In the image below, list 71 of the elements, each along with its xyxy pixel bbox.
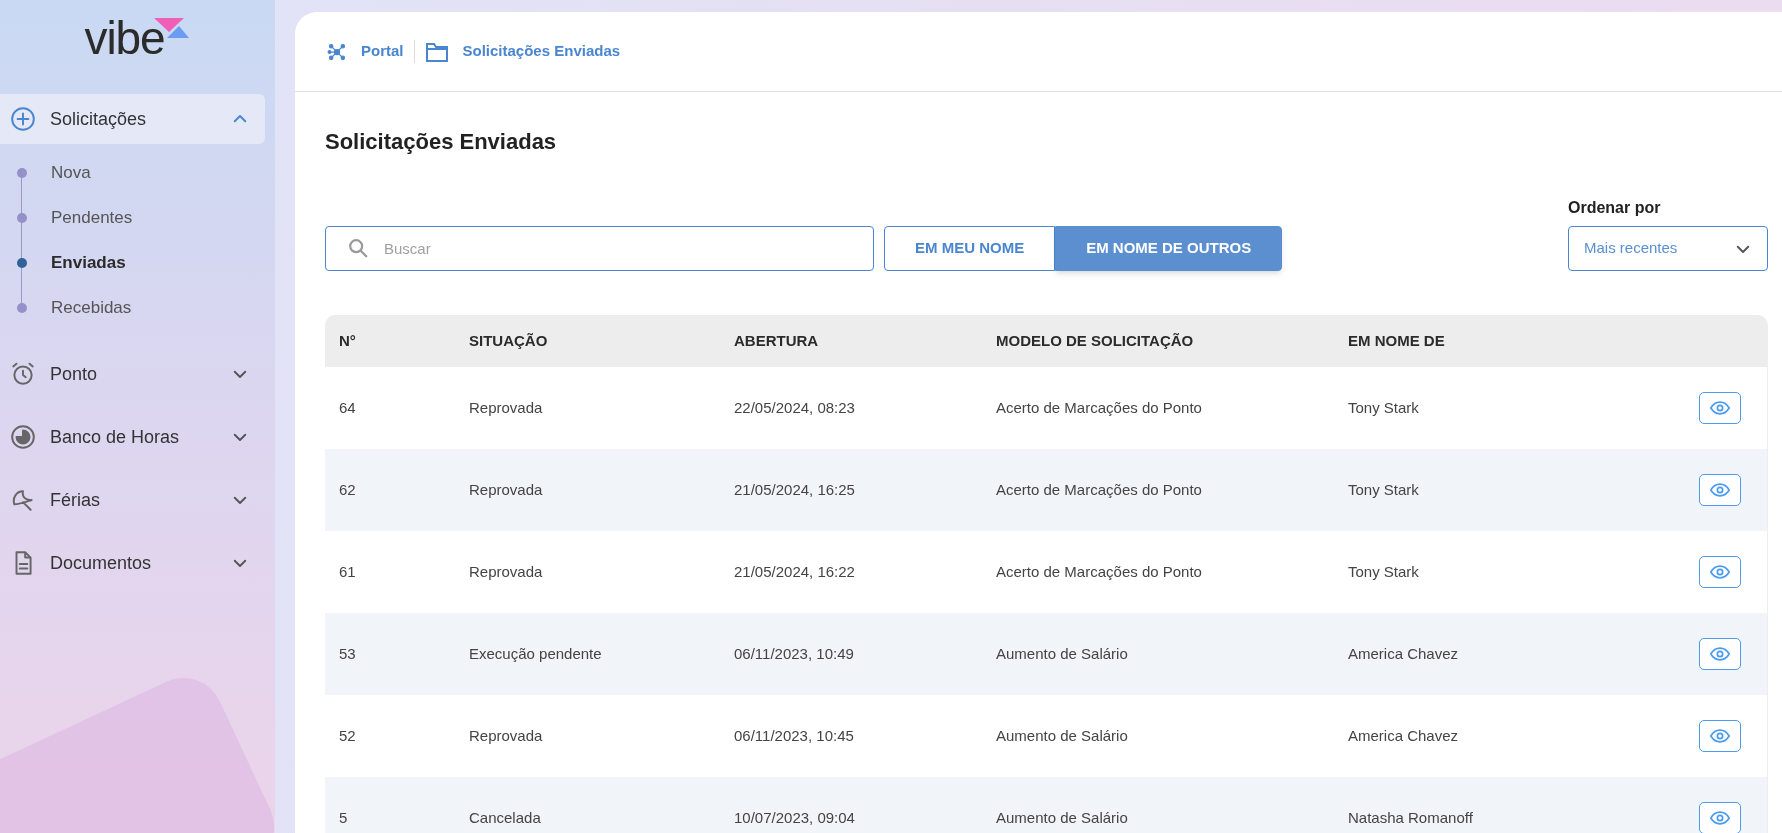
network-icon [327,41,347,62]
sort-label: Ordenar por [1568,198,1662,218]
column-header: ABERTURA [734,330,820,351]
filter-tab[interactable]: EM NOME DE OUTROS [1055,226,1283,271]
nav-item[interactable]: Ponto [0,349,265,399]
table-cell-text: Aumento de Salário [996,725,1129,746]
table-cell-text: Natasha Romanoff [1348,807,1474,828]
table-cell-text: 21/05/2024, 16:25 [734,479,856,500]
table-cell-text: Tony Stark [1348,561,1420,582]
table-cell-text: 52 [339,725,357,746]
table-cell-text: 5 [339,807,349,828]
eye-icon [1710,646,1730,662]
view-button[interactable] [1699,638,1741,670]
table-cell-text: 53 [339,643,357,664]
breadcrumb-link[interactable]: Portal [361,40,404,63]
table-cell-text: Cancelada [469,807,542,828]
nav-subitem[interactable]: Pendentes [51,204,133,231]
table-cell-text: America Chavez [1348,725,1460,746]
column-header: SITUAÇÃO [469,330,549,351]
alarm-clock-icon [10,361,36,387]
table-cell-text: Reprovada [469,479,544,500]
table-cell-text: Reprovada [469,397,544,418]
nav-item[interactable]: Solicitações [0,94,265,144]
nav-item[interactable]: Férias [0,475,265,525]
table-cell-text: 62 [339,479,357,500]
view-button[interactable] [1699,392,1741,424]
sort-dropdown[interactable]: Mais recentes [1568,226,1768,271]
filter-tab[interactable]: EM MEU NOME [884,226,1056,271]
table-cell-text: 21/05/2024, 16:22 [734,561,856,582]
table-cell-text: America Chavez [1348,643,1460,664]
view-button[interactable] [1699,802,1741,833]
view-button[interactable] [1699,720,1741,752]
plus-circle-icon [10,106,36,132]
column-header: MODELO DE SOLICITAÇÃO [996,330,1195,351]
nav-subitem[interactable]: Enviadas [51,249,126,276]
table-cell-text: Acerto de Marcações do Ponto [996,561,1203,582]
column-header: N° [339,330,357,351]
view-button[interactable] [1699,474,1741,506]
column-header: EM NOME DE [1348,330,1446,351]
table-cell-text: 06/11/2023, 10:49 [734,643,855,664]
page-title: Solicitações Enviadas [325,128,558,156]
view-button[interactable] [1699,556,1741,588]
folder-icon [424,40,449,63]
eye-icon [1710,482,1730,498]
search-field[interactable]: Buscar [325,226,874,271]
table-cell-text: Acerto de Marcações do Ponto [996,397,1203,418]
nav-item[interactable]: Documentos [0,538,265,588]
nav-item[interactable]: Banco de Horas [0,412,265,462]
table-cell-text: Acerto de Marcações do Ponto [996,479,1203,500]
search-icon [347,237,369,259]
table-cell-text: Aumento de Salário [996,807,1129,828]
table-cell-text: Tony Stark [1348,397,1420,418]
table-cell-text: 64 [339,397,357,418]
eye-icon [1710,810,1730,826]
eye-icon [1710,400,1730,416]
table-cell-text: Tony Stark [1348,479,1420,500]
table-cell-text: 22/05/2024, 08:23 [734,397,856,418]
nav-subitem[interactable]: Nova [51,159,91,186]
table-cell-text: Execução pendente [469,643,603,664]
table-cell-text: 10/07/2023, 09:04 [734,807,856,828]
table-cell-text: 61 [339,561,357,582]
eye-icon [1710,564,1730,580]
eye-icon [1710,728,1730,744]
logo: vibe [84,12,191,60]
breadcrumb-link[interactable]: Solicitações Enviadas [462,40,621,63]
table-cell-text: 06/11/2023, 10:45 [734,725,855,746]
table-cell-text: Aumento de Salário [996,643,1129,664]
pie-chart-icon [10,424,36,450]
table-cell-text: Reprovada [469,561,544,582]
table-cell-text: Reprovada [469,725,544,746]
nav-subitem[interactable]: Recebidas [51,294,132,321]
